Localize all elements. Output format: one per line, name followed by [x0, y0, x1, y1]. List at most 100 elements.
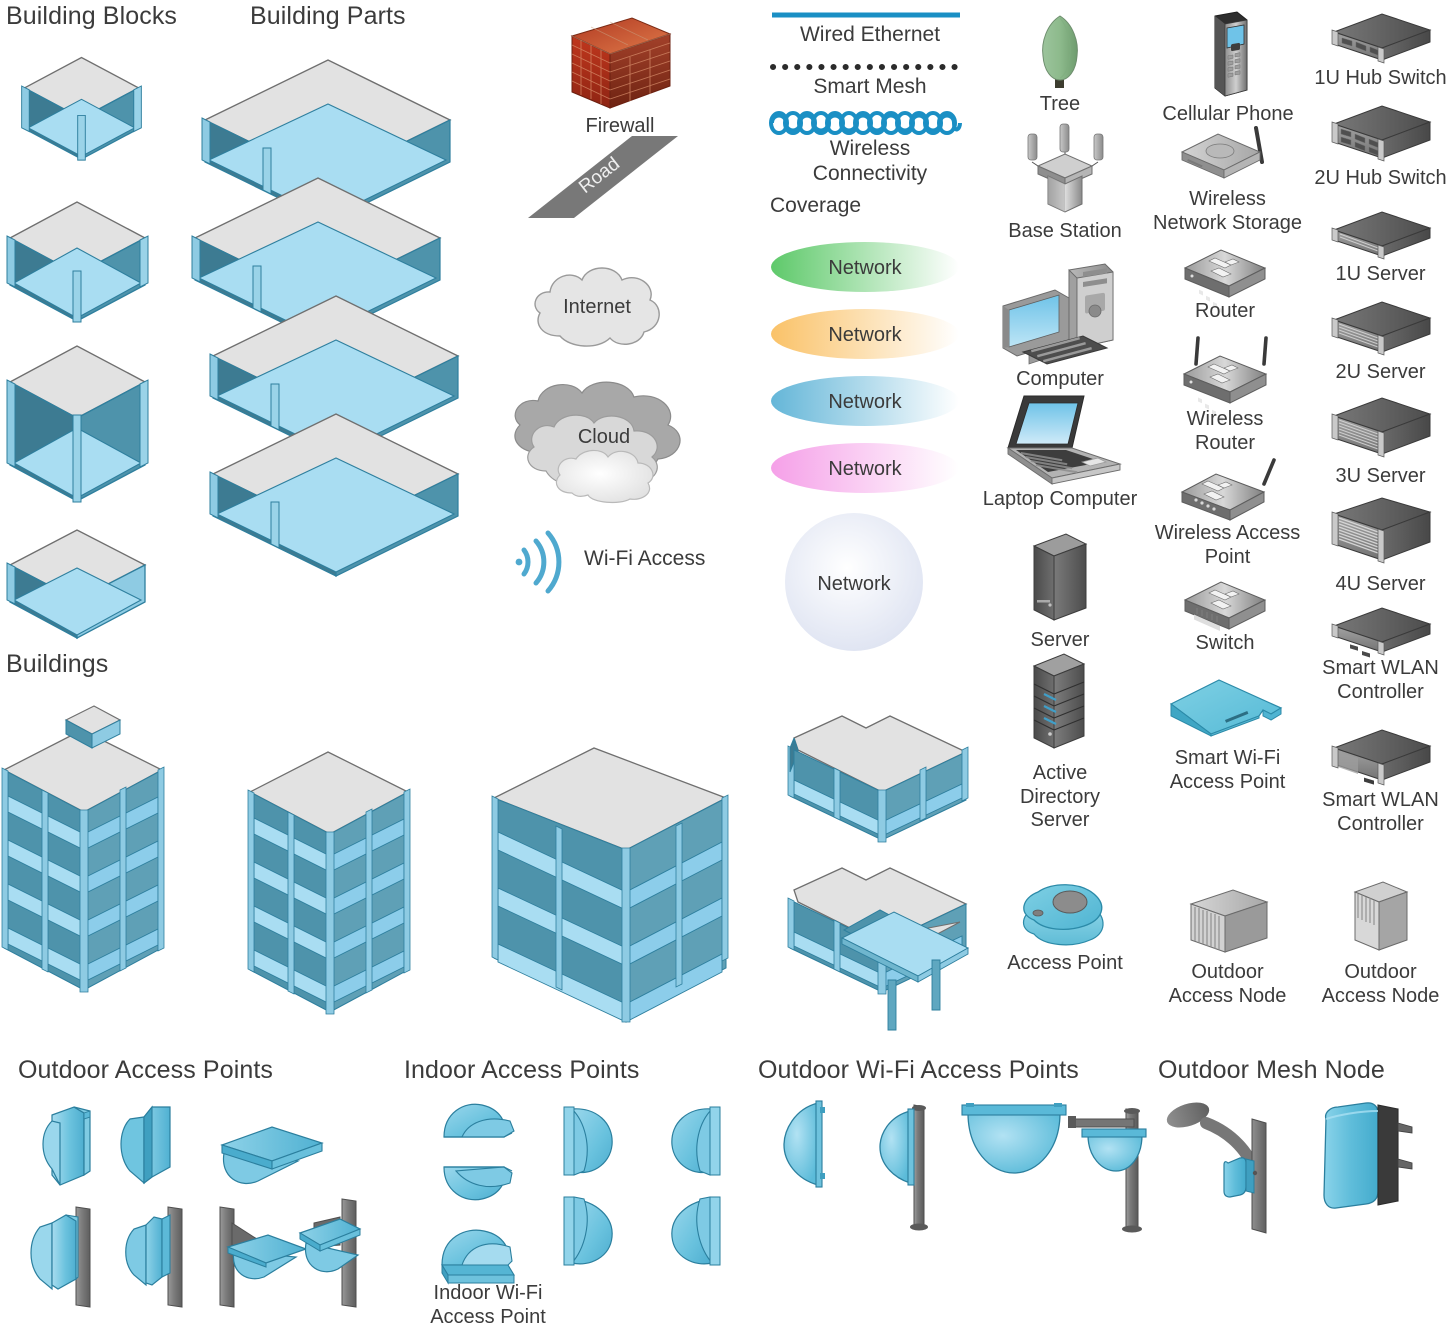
link-legend-wireless-connectivity[interactable]: Wireless Connectivity: [769, 110, 970, 187]
outdoor-ap-pole-4[interactable]: [298, 1198, 362, 1308]
device-cellular-phone[interactable]: Cellular Phone: [1148, 10, 1308, 127]
coverage-network-blue[interactable]: Network: [770, 374, 960, 428]
device-laptop[interactable]: Laptop Computer: [975, 392, 1145, 512]
wireless-network-storage-label: Wireless Network Storage: [1153, 188, 1302, 234]
device-wireless-access-point[interactable]: Wireless Access Point: [1140, 458, 1315, 569]
t-shaped-building-parts-group: [787, 715, 970, 1031]
device-router[interactable]: Router: [1155, 246, 1295, 324]
cloud-label: Cloud: [578, 426, 630, 448]
laptop-label: Laptop Computer: [982, 488, 1138, 510]
indoor-ap-dome-1[interactable]: [443, 1103, 515, 1138]
coverage-label-pink: Network: [828, 458, 902, 480]
outdoor-ap-pole-2[interactable]: [125, 1206, 183, 1308]
tree-icon: [1025, 14, 1095, 92]
firewall-icon: [560, 16, 680, 111]
outdoor-ap-pole-3[interactable]: [219, 1206, 308, 1308]
smart-wlan-controller-2u-icon: [1326, 728, 1436, 788]
smart-mesh-line-icon: [770, 64, 962, 70]
rack-3u-server-label: 3U Server: [1335, 465, 1426, 487]
cellular-phone-icon: [1193, 10, 1263, 102]
active-directory-server-label: Active Directory Server: [1019, 762, 1100, 832]
link-legend-wired-ethernet[interactable]: Wired Ethernet: [770, 8, 970, 48]
outdoor-ap-flat[interactable]: [220, 1126, 324, 1185]
outdoor-wifi-ap-wall[interactable]: [783, 1100, 825, 1188]
coverage-network-orange[interactable]: Network: [770, 307, 960, 361]
device-base-station[interactable]: Base Station: [990, 118, 1140, 244]
cellular-phone-label: Cellular Phone: [1162, 103, 1294, 125]
device-server[interactable]: Server: [995, 528, 1125, 653]
device-tree[interactable]: Tree: [995, 14, 1125, 117]
wifi-access-icon: [515, 530, 562, 594]
symbol-wifi-access[interactable]: Wi-Fi Access: [512, 528, 705, 594]
indoor-wifi-access-point-label: Indoor Wi-Fi Access Point: [430, 1282, 546, 1328]
building-block-4: [6, 529, 147, 640]
symbol-cloud[interactable]: Cloud: [500, 375, 710, 505]
coverage-ellipse-orange-icon: Network: [771, 309, 959, 359]
building-3: [491, 747, 729, 1023]
outdoor-access-node-1-label: Outdoor Access Node: [1168, 961, 1287, 1007]
device-wireless-router[interactable]: Wireless Router: [1150, 334, 1300, 455]
indoor-ap-3d[interactable]: [441, 1229, 515, 1285]
device-outdoor-access-node-2[interactable]: Outdoor Access Node: [1310, 878, 1451, 1008]
router-label: Router: [1194, 300, 1256, 322]
streetlight-mesh-node[interactable]: [1164, 1098, 1267, 1234]
coverage-network-green[interactable]: Network: [770, 240, 960, 294]
internet-label: Internet: [563, 296, 631, 318]
outdoor-ap-wall-2[interactable]: [120, 1105, 171, 1185]
mesh-node-standalone[interactable]: [1323, 1102, 1413, 1209]
router-icon: [1175, 246, 1275, 314]
section-heading-indoor-access-points: Indoor Access Points: [404, 1056, 640, 1084]
building-block-1: [21, 56, 142, 161]
road-icon: Road: [528, 136, 678, 218]
indoor-ap-side-2[interactable]: [563, 1196, 613, 1266]
coverage-label-circle: Network: [817, 573, 891, 595]
device-outdoor-access-node-1[interactable]: Outdoor Access Node: [1150, 888, 1305, 1008]
rack-2u-hub-switch-label: 2U Hub Switch: [1314, 167, 1447, 189]
indoor-ap-side-1[interactable]: [563, 1106, 613, 1176]
outdoor-access-node-tall-icon: [1341, 878, 1421, 958]
symbol-internet[interactable]: Internet: [522, 258, 672, 358]
access-point-icon: [1010, 880, 1120, 950]
indoor-ap-dome-2[interactable]: [443, 1166, 513, 1201]
device-wireless-network-storage[interactable]: Wireless Network Storage: [1140, 126, 1315, 235]
rack-2u-hub-switch-icon: [1326, 104, 1436, 166]
outdoor-mesh-node-group: [1164, 1098, 1413, 1234]
laptop-icon: [990, 392, 1130, 487]
device-access-point[interactable]: Access Point: [995, 880, 1135, 976]
wireless-access-point-icon: [1168, 458, 1288, 521]
rack-2u-server-icon: [1326, 300, 1436, 360]
device-rack-1u-server[interactable]: 1U Server: [1310, 208, 1451, 287]
device-smart-wlan-controller-1[interactable]: Smart WLAN Controller: [1310, 604, 1451, 704]
device-smart-wifi-access-point[interactable]: Smart Wi-Fi Access Point: [1140, 678, 1315, 794]
switch-icon: [1175, 578, 1275, 632]
access-point-label: Access Point: [1007, 952, 1123, 974]
section-heading-outdoor-mesh-node: Outdoor Mesh Node: [1158, 1056, 1385, 1084]
t-building-part-lower: [787, 867, 970, 1031]
coverage-network-circle[interactable]: Network: [770, 512, 948, 654]
symbol-road[interactable]: Road: [512, 136, 702, 226]
indoor-ap-side-4[interactable]: [671, 1196, 721, 1266]
rack-1u-hub-switch-label: 1U Hub Switch: [1314, 67, 1447, 89]
device-rack-3u-server[interactable]: 3U Server: [1310, 397, 1451, 489]
wireless-router-label: Wireless Router: [1186, 408, 1264, 454]
switch-label: Switch: [1195, 632, 1255, 654]
outdoor-wifi-ap-pole-side[interactable]: [879, 1104, 928, 1231]
buildings-group: [1, 705, 729, 1023]
device-smart-wlan-controller-2[interactable]: Smart WLAN Controller: [1310, 728, 1451, 836]
device-computer[interactable]: Computer: [985, 262, 1135, 392]
outdoor-ap-pole-1[interactable]: [30, 1206, 91, 1308]
coverage-network-pink[interactable]: Network: [770, 441, 960, 495]
symbol-firewall[interactable]: Firewall: [520, 16, 720, 139]
device-switch[interactable]: Switch: [1155, 578, 1295, 656]
outdoor-ap-wall-1[interactable]: [42, 1106, 91, 1186]
indoor-ap-side-3[interactable]: [671, 1106, 721, 1176]
outdoor-wifi-ap-pole-arm[interactable]: [1068, 1108, 1147, 1233]
device-rack-2u-hub-switch[interactable]: 2U Hub Switch: [1310, 104, 1451, 191]
link-legend-smart-mesh[interactable]: Smart Mesh: [770, 60, 970, 100]
device-rack-4u-server[interactable]: 4U Server: [1310, 497, 1451, 597]
outdoor-wifi-ap-ceiling[interactable]: [961, 1103, 1067, 1174]
device-rack-2u-server[interactable]: 2U Server: [1310, 300, 1451, 385]
device-active-directory-server[interactable]: Active Directory Server: [995, 650, 1125, 833]
device-rack-1u-hub-switch[interactable]: 1U Hub Switch: [1310, 10, 1451, 91]
rack-1u-server-icon: [1326, 208, 1436, 262]
